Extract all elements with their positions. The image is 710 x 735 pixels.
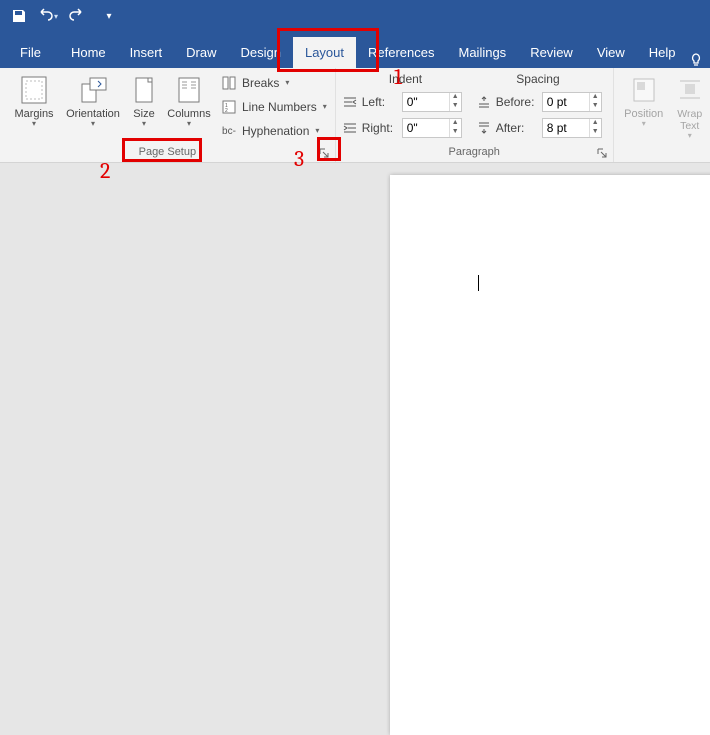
annotation-label-3: 3 (294, 146, 304, 172)
hyphenation-icon: bc‐ (222, 126, 236, 137)
wrap-text-button: Wrap Text ▾ (668, 72, 710, 140)
hyphenation-button[interactable]: bc‐ Hyphenation▾ (218, 120, 329, 142)
margins-icon (20, 75, 48, 105)
wrap-text-icon (677, 76, 703, 104)
indent-left-label: Left: (362, 95, 398, 109)
spacing-before-icon (476, 95, 492, 109)
redo-button[interactable] (64, 3, 90, 29)
svg-text:2: 2 (225, 108, 228, 114)
indent-right-input[interactable] (403, 121, 449, 135)
group-label-paragraph: Paragraph (449, 146, 500, 158)
indent-header: Indent (342, 72, 470, 86)
save-button[interactable] (6, 3, 32, 29)
chevron-down-icon: ▾ (187, 119, 191, 128)
spinner-up[interactable]: ▲ (449, 119, 461, 128)
spinner-up[interactable]: ▲ (449, 93, 461, 102)
chevron-down-icon: ▾ (285, 78, 289, 87)
tab-insert[interactable]: Insert (118, 37, 175, 68)
group-label-page-setup: Page Setup (139, 146, 197, 158)
orientation-button[interactable]: Orientation ▾ (62, 72, 124, 128)
document-area[interactable] (0, 163, 710, 595)
group-arrange: Position ▾ Wrap Text ▾ (614, 68, 710, 162)
page-setup-launcher[interactable] (317, 146, 331, 160)
indent-right-icon (342, 121, 358, 135)
tab-view[interactable]: View (585, 37, 637, 68)
spinner-down[interactable]: ▼ (449, 102, 461, 111)
spinner-down[interactable]: ▼ (589, 102, 601, 111)
breaks-button[interactable]: Breaks▾ (218, 72, 329, 94)
tab-file[interactable]: File (8, 37, 59, 68)
spacing-after-input[interactable] (543, 121, 589, 135)
indent-right-label: Right: (362, 121, 398, 135)
spacing-after-icon (476, 121, 492, 135)
columns-button[interactable]: Columns ▾ (164, 72, 214, 128)
undo-icon (37, 8, 53, 24)
size-button[interactable]: Size ▾ (124, 72, 164, 128)
columns-icon (176, 75, 202, 105)
spacing-after-label: After: (496, 121, 538, 135)
size-icon (132, 75, 156, 105)
spinner-up[interactable]: ▲ (589, 93, 601, 102)
customize-qat-button[interactable]: ▾ (96, 3, 122, 29)
chevron-down-icon: ▾ (323, 102, 327, 111)
tab-draw[interactable]: Draw (174, 37, 228, 68)
spacing-after-field[interactable]: ▲▼ (542, 118, 602, 138)
chevron-down-icon: ▾ (688, 131, 692, 140)
orientation-icon (78, 75, 108, 105)
group-page-setup: Margins ▾ Orientation ▾ Size ▾ Columns ▾ (0, 68, 336, 162)
customize-icon: ▾ (107, 11, 112, 22)
spinner-up[interactable]: ▲ (589, 119, 601, 128)
document-page[interactable] (390, 175, 710, 735)
tab-design[interactable]: Design (229, 37, 293, 68)
indent-left-field[interactable]: ▲▼ (402, 92, 462, 112)
chevron-down-icon: ▾ (142, 119, 146, 128)
dialog-launcher-icon (597, 148, 607, 158)
redo-icon (69, 8, 85, 24)
text-cursor (478, 275, 479, 291)
tab-help[interactable]: Help (637, 37, 688, 68)
line-numbers-icon: 12 (221, 99, 237, 115)
spacing-before-input[interactable] (543, 95, 589, 109)
annotation-label-2: 2 (100, 158, 110, 184)
ribbon: Margins ▾ Orientation ▾ Size ▾ Columns ▾ (0, 68, 710, 163)
spacing-before-label: Before: (496, 95, 538, 109)
margins-button[interactable]: Margins ▾ (6, 72, 62, 128)
indent-left-input[interactable] (403, 95, 449, 109)
paragraph-launcher[interactable] (595, 146, 609, 160)
dialog-launcher-icon (319, 148, 329, 158)
position-button: Position ▾ (620, 72, 668, 128)
line-numbers-button[interactable]: 12 Line Numbers▾ (218, 96, 329, 118)
title-bar: ▾ ▾ (0, 0, 710, 32)
breaks-icon (221, 75, 237, 91)
group-paragraph: Indent Spacing Left: ▲▼ Before: ▲▼ (336, 68, 614, 162)
save-icon (11, 8, 27, 24)
chevron-down-icon: ▾ (91, 119, 95, 128)
indent-right-field[interactable]: ▲▼ (402, 118, 462, 138)
tell-me-button[interactable] (688, 52, 704, 68)
chevron-down-icon: ▾ (315, 126, 319, 135)
lightbulb-icon (688, 52, 704, 68)
undo-more-button[interactable]: ▾ (54, 12, 58, 21)
indent-left-icon (342, 95, 358, 109)
tab-home[interactable]: Home (59, 37, 118, 68)
ribbon-tabs: File Home Insert Draw Design Layout Refe… (0, 32, 710, 68)
chevron-down-icon: ▾ (32, 119, 36, 128)
tab-review[interactable]: Review (518, 37, 585, 68)
position-icon (631, 76, 657, 104)
spacing-header: Spacing (469, 72, 606, 86)
spinner-down[interactable]: ▼ (589, 128, 601, 137)
chevron-down-icon: ▾ (642, 119, 646, 128)
tab-mailings[interactable]: Mailings (447, 37, 519, 68)
spinner-down[interactable]: ▼ (449, 128, 461, 137)
spacing-before-field[interactable]: ▲▼ (542, 92, 602, 112)
tab-layout[interactable]: Layout (293, 37, 356, 68)
annotation-label-1: 1 (394, 64, 402, 90)
